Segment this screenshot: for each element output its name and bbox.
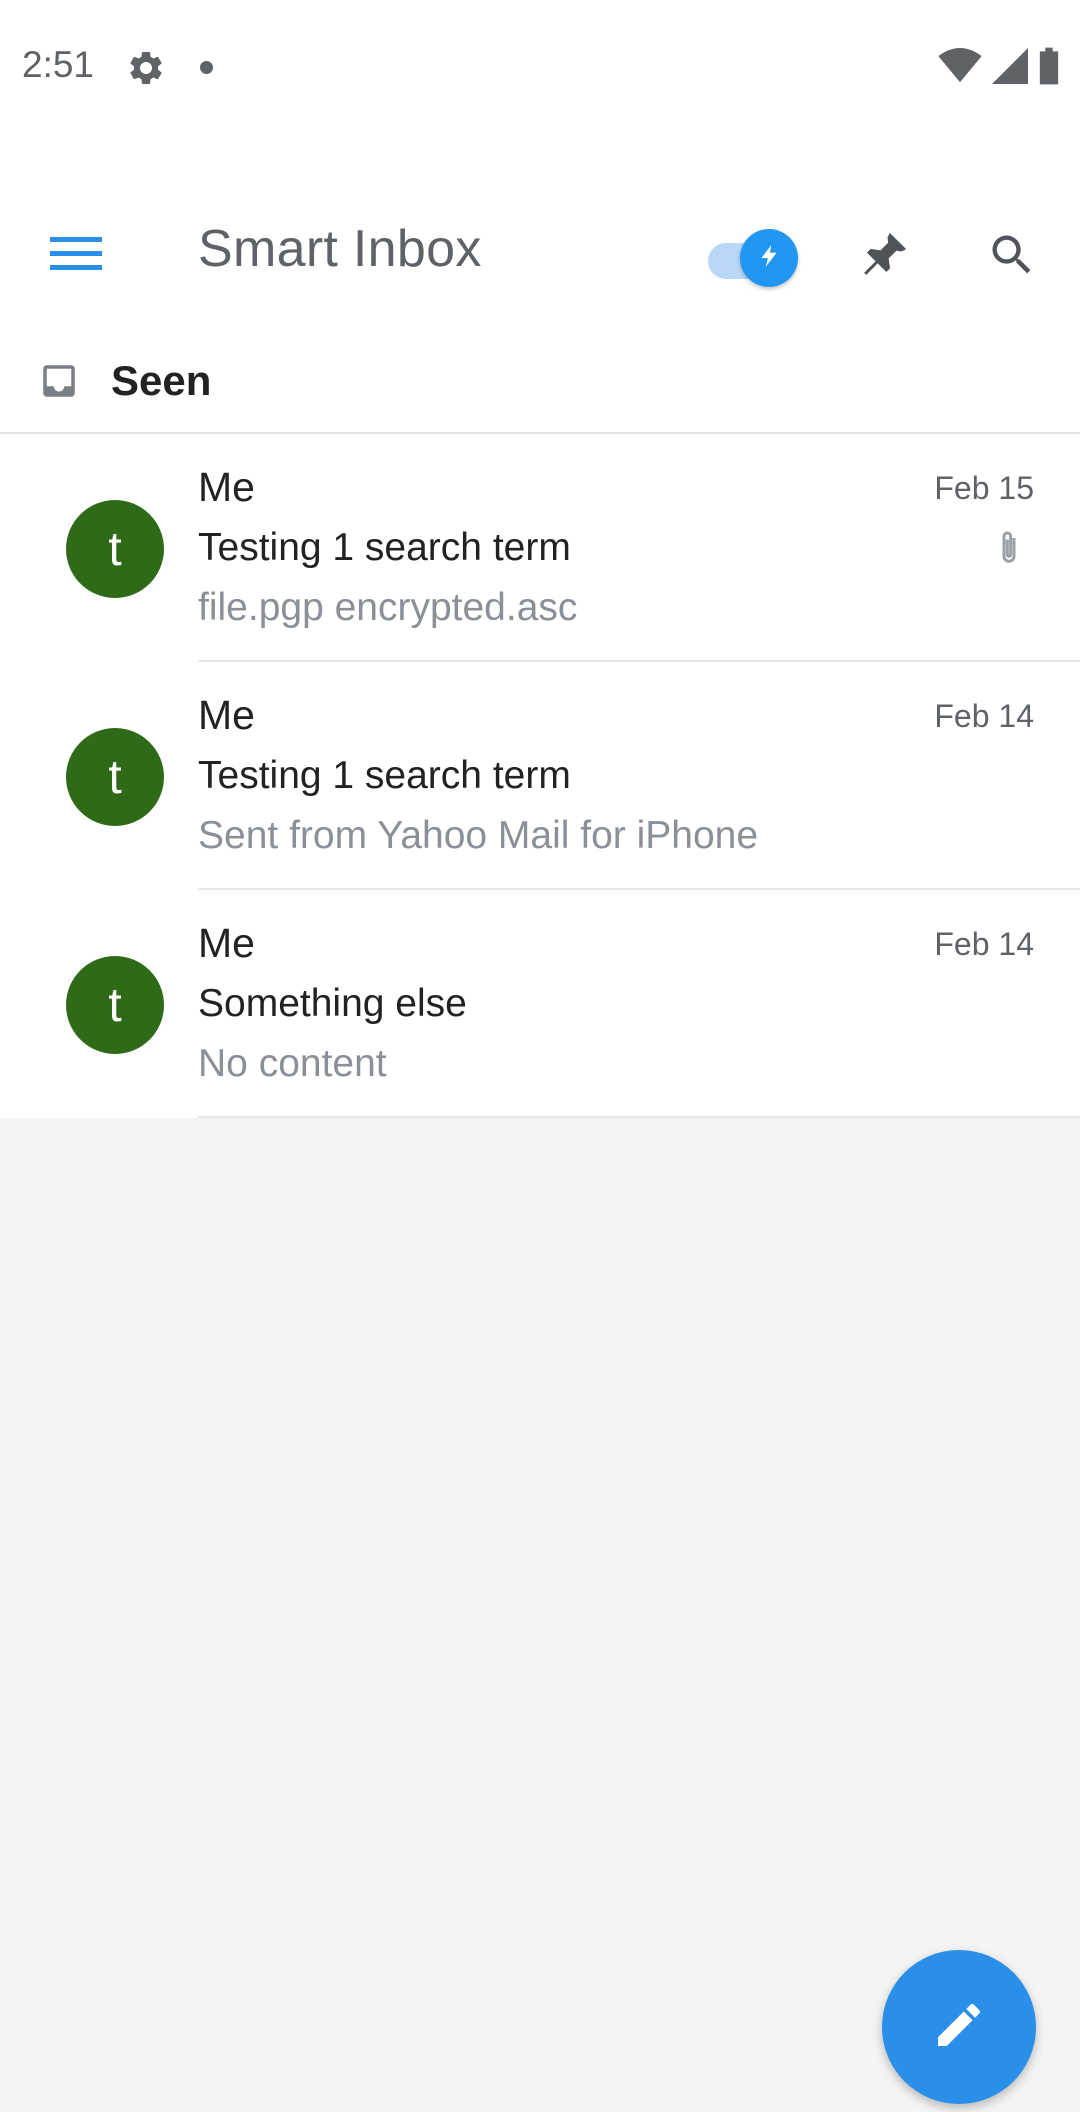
message-row[interactable]: t Me Feb 15 Testing 1 search term file.p…: [0, 434, 1080, 662]
toggle-knob: [740, 229, 798, 287]
message-preview: file.pgp encrypted.asc: [198, 586, 578, 629]
message-sender: Me: [198, 692, 255, 738]
compose-button[interactable]: [882, 1950, 1036, 2104]
message-preview: Sent from Yahoo Mail for iPhone: [198, 814, 759, 857]
pin-button[interactable]: [846, 219, 922, 295]
screen: 2:51 Smart Inbox Seen t Me Feb 15 Testin…: [0, 0, 1080, 2112]
message-subject: Testing 1 search term: [198, 526, 571, 569]
status-indicators: [938, 47, 1060, 90]
message-date: Feb 14: [934, 698, 1034, 734]
page-title: Smart Inbox: [198, 220, 482, 278]
attachment-icon: [994, 528, 1024, 568]
signal-icon: [992, 47, 1028, 89]
message-row[interactable]: t Me Feb 14 Testing 1 search term Sent f…: [0, 662, 1080, 890]
search-icon: [986, 229, 1038, 286]
smart-inbox-toggle[interactable]: [704, 221, 798, 293]
message-date: Feb 15: [934, 470, 1034, 506]
notification-dot-icon: [200, 61, 213, 74]
status-bar: 2:51: [0, 0, 1080, 135]
message-subject: Something else: [198, 982, 467, 1025]
pencil-icon: [931, 1997, 987, 2058]
pin-icon: [856, 227, 912, 288]
menu-button[interactable]: [36, 215, 116, 295]
hamburger-menu-icon: [50, 233, 102, 278]
search-button[interactable]: [974, 219, 1050, 295]
avatar[interactable]: t: [66, 728, 164, 826]
message-list: t Me Feb 15 Testing 1 search term file.p…: [0, 434, 1080, 1118]
avatar[interactable]: t: [66, 500, 164, 598]
folder-name: Seen: [111, 357, 212, 404]
message-sender: Me: [198, 464, 255, 510]
avatar[interactable]: t: [66, 956, 164, 1054]
message-row[interactable]: t Me Feb 14 Something else No content: [0, 890, 1080, 1118]
message-subject: Testing 1 search term: [198, 754, 571, 797]
battery-icon: [1038, 47, 1060, 90]
lightning-bolt-icon: [756, 241, 782, 276]
message-preview: No content: [198, 1042, 387, 1085]
inbox-icon: [38, 360, 80, 402]
wifi-icon: [938, 47, 982, 89]
gear-icon: [126, 48, 166, 88]
message-sender: Me: [198, 920, 255, 966]
message-date: Feb 14: [934, 926, 1034, 962]
folder-header: Seen: [0, 330, 1080, 434]
status-time: 2:51: [22, 44, 95, 85]
